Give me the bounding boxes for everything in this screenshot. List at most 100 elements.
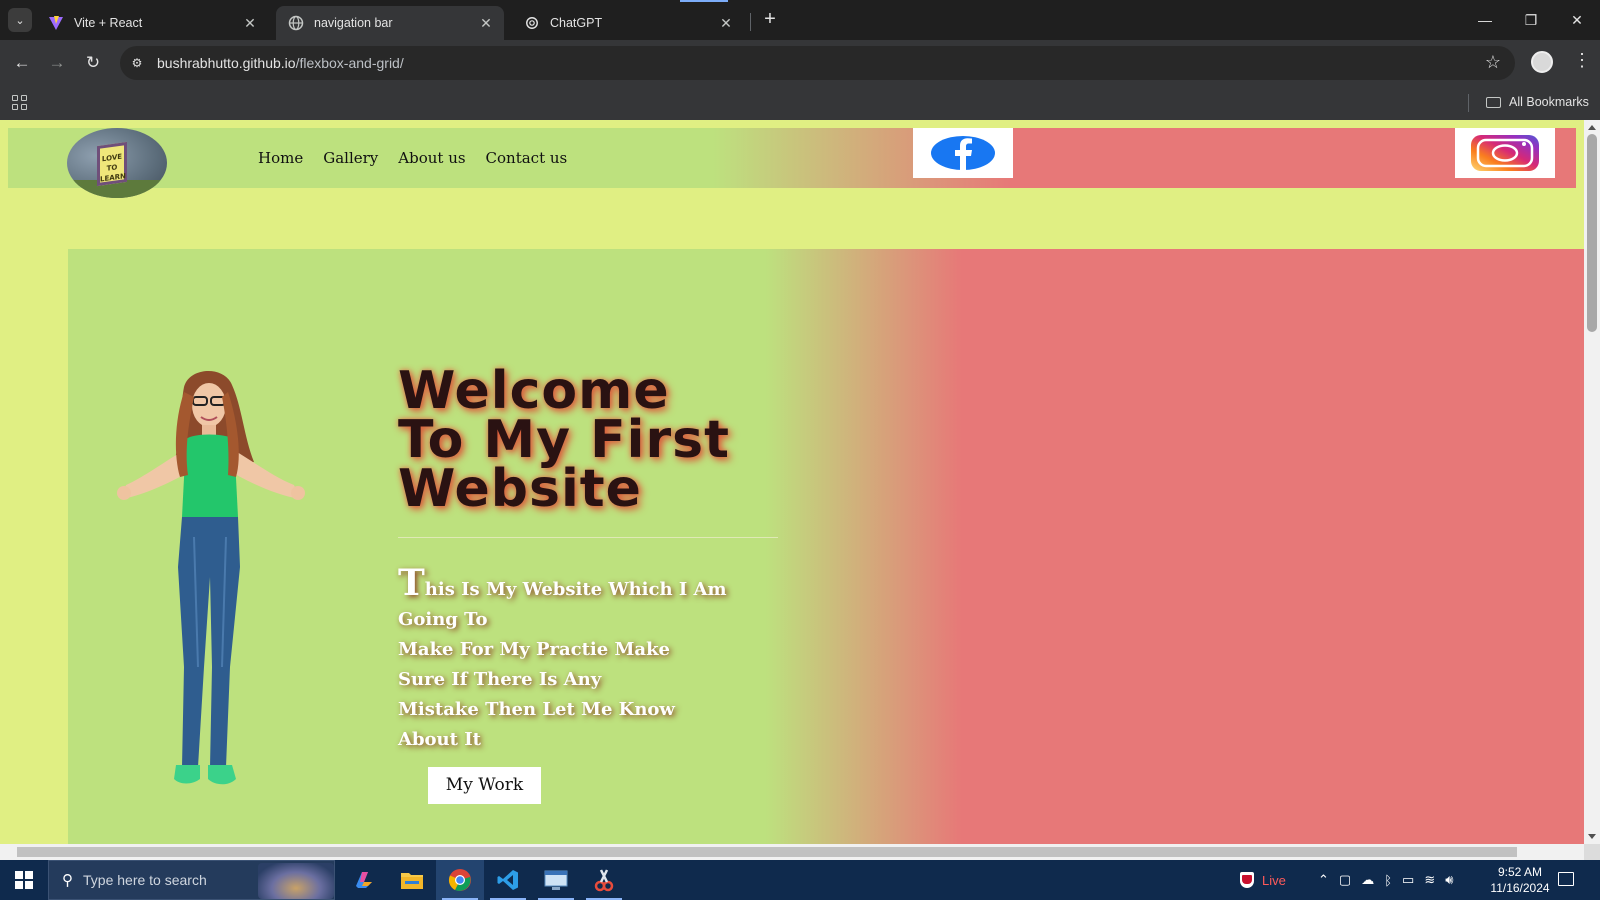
scroll-down-arrow[interactable] [1588,834,1596,839]
snipping-app[interactable] [580,860,628,900]
clock-time: 9:52 AM [1497,865,1543,879]
nav-about-us[interactable]: About us [398,149,465,167]
drop-cap: T [398,562,425,604]
site-info-icon[interactable]: ⚙ [128,54,146,72]
vertical-scrollbar[interactable] [1584,120,1600,844]
start-button[interactable] [0,860,48,900]
restore-button[interactable]: ❐ [1508,0,1554,40]
url-path: /flexbox-and-grid/ [295,55,404,71]
windows-icon [15,871,33,889]
snipping-tool-icon [594,869,614,892]
vscode-icon [497,870,518,890]
hero-title-line: To My First [398,410,730,470]
instagram-icon [1471,135,1539,171]
horizontal-scrollbar[interactable] [0,844,1584,860]
tab-strip: ⌄ Vite + React ✕ navigation bar ✕ ChatGP… [0,0,1600,40]
bookmark-star-icon[interactable]: ☆ [1485,52,1501,73]
site-logo[interactable]: LOVE TO LEARN [67,128,167,198]
hero-para-line: Make For My Practie Make [398,639,671,660]
clock[interactable]: 9:52 AM 11/16/2024 [1480,864,1560,896]
hero-para-line: Sure If There Is Any [398,669,602,690]
bluetooth-icon[interactable]: ᛒ [1384,873,1392,888]
profile-avatar[interactable] [1531,51,1553,73]
tab-search-button[interactable]: ⌄ [8,8,32,32]
nav-gallery[interactable]: Gallery [323,149,378,167]
new-tab-button[interactable]: + [758,8,782,32]
tab-navigation-bar[interactable]: navigation bar ✕ [276,6,504,40]
chatgpt-icon [524,15,540,31]
hero-divider [398,537,778,538]
hero-para-line: About It [398,729,481,750]
arrow-right-icon: → [48,53,66,72]
hero-para-line: Mistake Then Let Me Know [398,699,675,720]
back-button[interactable]: ← [11,52,33,74]
tab-vite-react[interactable]: Vite + React ✕ [36,6,268,40]
all-bookmarks-label: All Bookmarks [1509,95,1589,109]
notification-icon[interactable] [1558,872,1574,886]
folder-icon [1486,96,1501,108]
hero-title-line: Welcome [398,361,670,421]
volume-icon[interactable]: 🔊︎ [1445,872,1453,888]
bookmarks-separator [1468,94,1469,112]
reload-button[interactable]: ↻ [82,52,104,74]
nfl-icon [1240,872,1254,888]
address-bar[interactable]: ⚙ bushrabhutto.github.io/flexbox-and-gri… [120,46,1515,80]
scroll-up-arrow[interactable] [1588,125,1596,130]
system-tray: ⌃ ▢ ☁ ᛒ ▭ ≋ 🔊︎ [1318,860,1453,900]
instagram-link[interactable] [1455,128,1555,178]
hero-text: Welcome To My First Website This Is My W… [398,361,798,755]
scrollbar-corner [1584,844,1600,860]
chevron-up-icon[interactable]: ⌃ [1318,872,1329,888]
file-explorer-app[interactable] [388,860,436,900]
chevron-down-icon: ⌄ [15,14,25,27]
facebook-link[interactable] [913,128,1013,178]
reload-icon: ↻ [85,53,101,72]
wifi-icon[interactable]: ≋ [1424,872,1435,888]
browser-toolbar: ← → ↻ ⚙ bushrabhutto.github.io/flexbox-a… [0,40,1600,86]
chrome-app[interactable] [436,860,484,900]
vscode-app[interactable] [484,860,532,900]
search-placeholder: Type here to search [83,872,207,888]
taskbar-search[interactable]: ⚲ Type here to search [48,860,335,900]
menu-dots-icon[interactable]: ⋮ [1573,50,1591,71]
live-label: Live [1262,872,1286,888]
close-window-button[interactable]: ✕ [1554,0,1600,40]
clock-date: 11/16/2024 [1490,881,1550,895]
tab-chatgpt[interactable]: ChatGPT ✕ [512,6,744,40]
cloud-icon[interactable]: ☁ [1361,872,1374,888]
globe-icon [288,15,304,31]
nav-home[interactable]: Home [258,149,303,167]
horizontal-scroll-thumb[interactable] [17,847,1517,857]
hero-title-line: Website [398,459,642,519]
forward-button[interactable]: → [46,52,68,74]
my-work-button[interactable]: My Work [428,767,541,804]
page-viewport: LOVE TO LEARN Home Gallery About us Cont… [0,120,1584,844]
tab-indicator [680,0,728,2]
meet-icon[interactable]: ▢ [1339,872,1351,888]
url-text[interactable]: bushrabhutto.github.io/flexbox-and-grid/ [157,55,404,71]
nav-contact-us[interactable]: Contact us [486,149,568,167]
search-icon: ⚲ [62,872,73,889]
folder-app-icon [401,873,423,889]
copilot-app[interactable] [340,860,388,900]
close-icon[interactable]: ✕ [242,15,258,31]
system-app[interactable] [532,860,580,900]
person-image [117,370,305,785]
apps-grid-icon[interactable] [12,95,27,110]
tab-separator [750,13,751,31]
logo-sign: LOVE TO LEARN [97,141,127,187]
nav-links: Home Gallery About us Contact us [258,149,587,167]
hero-paragraph: This Is My Website Which I Am Going To M… [398,565,788,755]
arrow-left-icon: ← [13,53,31,72]
vite-icon [48,15,64,31]
facebook-icon [931,136,995,170]
copilot-icon [356,872,372,888]
close-icon[interactable]: ✕ [478,15,494,31]
minimize-button[interactable]: — [1462,0,1508,40]
all-bookmarks-button[interactable]: All Bookmarks [1486,95,1589,109]
chrome-icon [448,869,471,891]
live-widget[interactable]: Live [1240,860,1286,900]
vertical-scroll-thumb[interactable] [1587,134,1597,332]
battery-icon[interactable]: ▭ [1402,872,1414,888]
close-icon[interactable]: ✕ [718,15,734,31]
